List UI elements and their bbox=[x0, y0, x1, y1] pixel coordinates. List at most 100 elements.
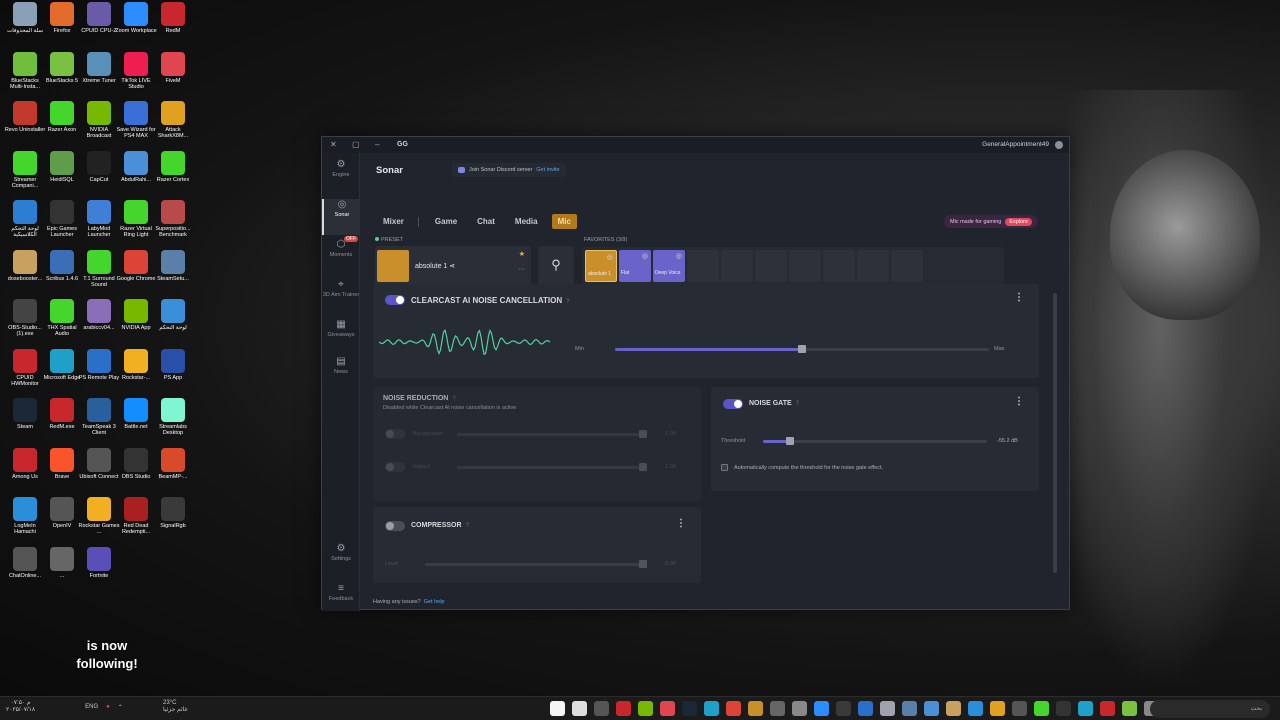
desktop-icon[interactable]: CPUID CPU-Z bbox=[78, 2, 120, 50]
desktop-icon[interactable]: Ubisoft Connect bbox=[78, 447, 120, 496]
desktop-icon[interactable]: FiveM bbox=[152, 51, 194, 100]
weather-widget[interactable]: 23°C غائم جزئيا bbox=[163, 700, 188, 714]
desktop-icon[interactable]: LogMeIn Hamachi bbox=[4, 497, 46, 545]
nav-item-engine[interactable]: ⚙ Engine bbox=[322, 159, 360, 195]
taskbar-app-icon[interactable] bbox=[1056, 701, 1071, 716]
maximize-icon[interactable]: ▢ bbox=[352, 140, 360, 149]
desktop-icon[interactable]: Razer Virtual Ring Light bbox=[115, 200, 157, 248]
desktop-icon[interactable]: arabiccv04... bbox=[78, 299, 120, 347]
tab-mixer[interactable]: Mixer bbox=[377, 214, 410, 229]
desktop-icon[interactable]: Scribus 1.4.6 bbox=[41, 249, 83, 298]
desktop-icon[interactable]: Streamlabs Desktop bbox=[152, 398, 194, 446]
desktop-icon[interactable]: CPUID HWMonitor bbox=[4, 348, 46, 397]
scrollbar[interactable] bbox=[1053, 293, 1057, 573]
taskbar-app-icon[interactable] bbox=[858, 701, 873, 716]
auto-threshold-checkbox[interactable] bbox=[721, 464, 728, 471]
taskbar-app-icon[interactable] bbox=[682, 701, 697, 716]
get-invite-link[interactable]: Get invite bbox=[536, 167, 559, 173]
search-icon[interactable]: ⚲ bbox=[538, 246, 574, 286]
desktop-icon[interactable]: Microsoft Edge bbox=[41, 348, 83, 397]
desktop-icon[interactable]: CapCut bbox=[78, 150, 120, 199]
desktop-icon[interactable]: Rockstar Games ... bbox=[78, 497, 120, 545]
clearcast-toggle[interactable] bbox=[385, 295, 405, 305]
star-icon[interactable]: ★ bbox=[519, 250, 525, 258]
desktop-icon[interactable]: SignalRgb bbox=[152, 497, 194, 545]
compressor-slider-handle[interactable] bbox=[639, 560, 647, 568]
threshold-slider-handle[interactable] bbox=[785, 437, 794, 445]
desktop-icon[interactable]: PS App bbox=[152, 348, 194, 397]
taskbar-app-icon[interactable] bbox=[660, 701, 675, 716]
compressor-menu-icon[interactable]: ⋮ bbox=[676, 518, 686, 529]
noise-reduction-toggle[interactable] bbox=[385, 462, 405, 472]
slider-handle[interactable] bbox=[639, 430, 647, 438]
tab-chat[interactable]: Chat bbox=[471, 214, 501, 229]
favorite-preset[interactable]: ◎ absolute 1 bbox=[585, 250, 617, 282]
desktop-icon[interactable]: dosebooster... bbox=[4, 249, 46, 298]
desktop-icon[interactable]: Save Wizard for PS4 MAX bbox=[115, 101, 157, 149]
taskbar-app-icon[interactable] bbox=[770, 701, 785, 716]
help-icon[interactable]: ? bbox=[566, 299, 569, 305]
discord-banner[interactable]: Join Sonar Discord server Get invite bbox=[452, 163, 566, 177]
favorite-slot-empty[interactable] bbox=[755, 250, 787, 282]
explore-button[interactable]: Explore bbox=[1005, 217, 1033, 226]
desktop-icon[interactable]: BlueStacks 5 bbox=[41, 51, 83, 100]
desktop-icon[interactable]: OBS Studio bbox=[115, 447, 157, 496]
desktop-icon[interactable]: THX Spatial Audio bbox=[41, 299, 83, 347]
taskbar-app-icon[interactable] bbox=[924, 701, 939, 716]
taskbar-app-icon[interactable] bbox=[550, 701, 565, 716]
slider-handle[interactable] bbox=[639, 463, 647, 471]
taskbar-app-icon[interactable] bbox=[792, 701, 807, 716]
desktop-icon[interactable]: Superpositio... Benchmark bbox=[152, 200, 194, 248]
desktop-icon[interactable]: T.1 Surround Sound bbox=[78, 249, 120, 298]
language-indicator[interactable]: ENG bbox=[85, 704, 98, 710]
clearcast-slider[interactable] bbox=[615, 345, 989, 353]
clearcast-slider-handle[interactable] bbox=[798, 345, 806, 353]
desktop-icon[interactable]: Fortnite bbox=[78, 546, 120, 595]
threshold-slider[interactable] bbox=[763, 437, 987, 445]
favorite-slot-empty[interactable] bbox=[721, 250, 753, 282]
taskbar-app-icon[interactable] bbox=[748, 701, 763, 716]
minimize-icon[interactable]: – bbox=[375, 140, 379, 149]
desktop-icon[interactable]: Revo Uninstaller bbox=[4, 101, 46, 149]
favorite-preset[interactable]: ◎ Deep Voice bbox=[653, 250, 685, 282]
noise-gate-menu-icon[interactable]: ⋮ bbox=[1014, 396, 1024, 407]
more-icon[interactable]: ··· bbox=[518, 266, 525, 273]
desktop-icon[interactable]: Red Dead Redempti... bbox=[115, 497, 157, 545]
share-icon[interactable]: ⋖ bbox=[449, 263, 455, 270]
help-icon[interactable]: ? bbox=[796, 401, 799, 407]
desktop-icon[interactable]: BlueStacks Multi-Insta... bbox=[4, 51, 46, 100]
compressor-level-slider[interactable] bbox=[425, 560, 647, 568]
favorite-slot-empty[interactable] bbox=[857, 250, 889, 282]
taskbar-app-icon[interactable] bbox=[990, 701, 1005, 716]
desktop-icon[interactable]: Epic Games Launcher bbox=[41, 200, 83, 248]
taskbar-app-icon[interactable] bbox=[1078, 701, 1093, 716]
desktop-icon[interactable]: HeidiSQL bbox=[41, 150, 83, 199]
desktop-icon[interactable]: Streamer Compani... bbox=[4, 150, 46, 199]
taskbar-app-icon[interactable] bbox=[1100, 701, 1115, 716]
taskbar-app-icon[interactable] bbox=[946, 701, 961, 716]
desktop-icon[interactable]: Steam bbox=[4, 398, 46, 446]
taskbar-search[interactable]: بحث bbox=[1150, 700, 1270, 718]
desktop-icon[interactable]: لوحة التحكم bbox=[152, 299, 194, 347]
nav-item-giveaways[interactable]: ▦ Giveaways bbox=[322, 319, 360, 355]
favorite-slot-empty[interactable] bbox=[891, 250, 923, 282]
desktop-icon[interactable]: سلة المحذوفات bbox=[4, 2, 46, 50]
taskbar-app-icon[interactable] bbox=[1122, 701, 1137, 716]
desktop-icon[interactable]: Firefox bbox=[41, 2, 83, 50]
tab-media[interactable]: Media bbox=[509, 214, 544, 229]
taskbar-app-icon[interactable] bbox=[594, 701, 609, 716]
desktop-icon[interactable]: AbdulRahi... bbox=[115, 150, 157, 199]
taskbar-app-icon[interactable] bbox=[638, 701, 653, 716]
nav-item-news[interactable]: ▤ News bbox=[322, 356, 360, 392]
chevron-up-icon[interactable]: ⌃ bbox=[118, 704, 123, 711]
desktop-icon[interactable]: ChatOnline... bbox=[4, 546, 46, 595]
nav-item-feedback[interactable]: ≡ Feedback bbox=[322, 583, 360, 619]
taskbar-app-icon[interactable] bbox=[704, 701, 719, 716]
taskbar-app-icon[interactable] bbox=[1034, 701, 1049, 716]
desktop-icon[interactable]: Razer Axon bbox=[41, 101, 83, 149]
mic-promo-pill[interactable]: Mic made for gaming Explore bbox=[944, 215, 1039, 228]
nav-item-moments[interactable]: ⬡ Moments OFF bbox=[322, 236, 360, 275]
noise-reduction-slider[interactable] bbox=[457, 463, 647, 471]
desktop-icon[interactable]: ... bbox=[41, 546, 83, 595]
taskbar-app-icon[interactable] bbox=[814, 701, 829, 716]
